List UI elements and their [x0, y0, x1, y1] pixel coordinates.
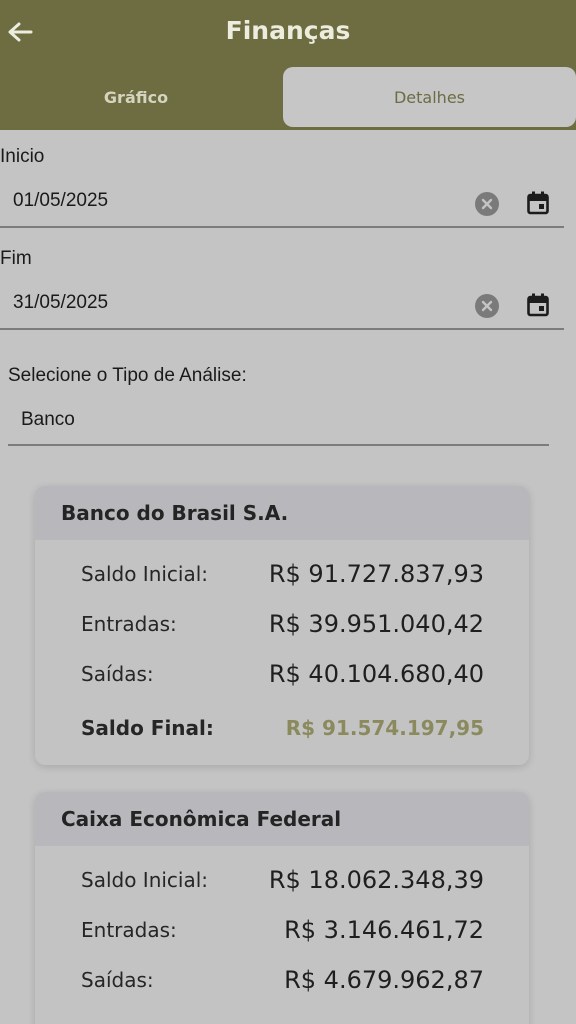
clear-start-date-button[interactable] [475, 192, 499, 216]
row-value: R$ 39.951.040,42 [268, 610, 484, 638]
bank-name: Caixa Econômica Federal [35, 792, 529, 846]
start-date-label: Inicio [0, 146, 45, 167]
end-date-field[interactable]: 31/05/2025 [0, 282, 564, 330]
card-row: Entradas: R$ 3.146.461,72 [35, 906, 529, 956]
card-row: Saídas: R$ 4.679.962,87 [35, 956, 529, 1006]
row-label: Saldo Inicial: [81, 562, 209, 586]
bank-card: Caixa Econômica Federal Saldo Inicial: R… [35, 792, 529, 1024]
tab-detalhes[interactable]: Detalhes [283, 67, 576, 127]
card-row: Entradas: R$ 39.951.040,42 [35, 600, 529, 650]
page-title: Finanças [225, 16, 351, 45]
clear-end-date-button[interactable] [475, 294, 499, 318]
row-value: R$ 91.727.837,93 [268, 560, 484, 588]
analysis-type-value: Banco [21, 409, 75, 430]
close-icon [481, 300, 493, 312]
bank-name: Banco do Brasil S.A. [35, 486, 529, 540]
row-label: Saídas: [81, 662, 154, 686]
row-value: R$ 40.104.680,40 [268, 660, 484, 688]
app-bar: Finanças [0, 0, 576, 64]
final-balance-value: R$ 91.574.197,95 [285, 716, 484, 740]
start-date-field[interactable]: 01/05/2025 [0, 180, 564, 228]
analysis-type-select[interactable]: Banco [8, 395, 549, 446]
end-date-value: 31/05/2025 [13, 292, 109, 313]
card-row: Saldo Inicial: R$ 91.727.837,93 [35, 550, 529, 600]
close-icon [481, 198, 493, 210]
analysis-type-label: Selecione o Tipo de Análise: [8, 365, 247, 386]
tab-bar: Gráfico Detalhes [0, 64, 576, 130]
row-label: Entradas: [81, 612, 177, 636]
row-value: R$ 4.679.962,87 [284, 966, 484, 994]
tab-grafico[interactable]: Gráfico [0, 64, 272, 130]
end-date-label: Fim [0, 248, 32, 269]
row-label: Saldo Inicial: [81, 868, 209, 892]
card-row: Saldo Inicial: R$ 18.062.348,39 [35, 856, 529, 906]
calendar-icon[interactable] [527, 191, 549, 215]
row-label: Saídas: [81, 968, 154, 992]
row-value: R$ 3.146.461,72 [284, 916, 484, 944]
final-balance-row: Saldo Final: R$ 91.574.197,95 [35, 700, 529, 750]
calendar-icon[interactable] [527, 293, 549, 317]
final-balance-label: Saldo Final: [81, 716, 214, 740]
bank-card: Banco do Brasil S.A. Saldo Inicial: R$ 9… [35, 486, 529, 765]
row-label: Entradas: [81, 918, 177, 942]
card-row: Saídas: R$ 40.104.680,40 [35, 650, 529, 700]
row-value: R$ 18.062.348,39 [268, 866, 484, 894]
start-date-value: 01/05/2025 [13, 190, 109, 211]
